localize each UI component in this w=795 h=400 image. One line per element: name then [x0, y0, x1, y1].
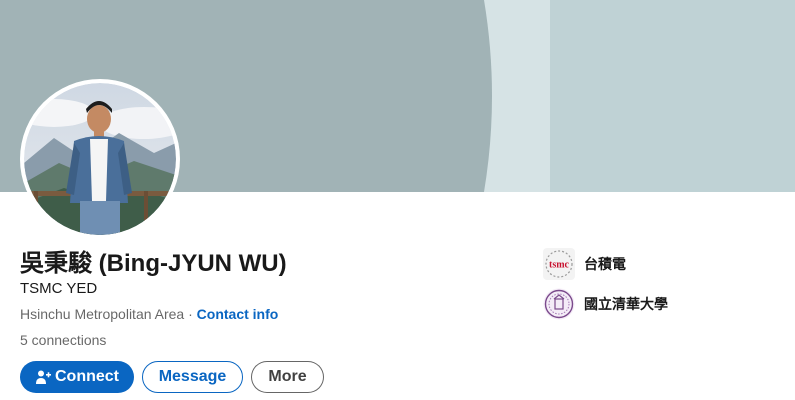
profile-name: 吳秉駿 (Bing-JYUN WU) — [20, 250, 287, 277]
university-seal-icon — [543, 288, 575, 320]
education-school[interactable]: 國立清華大學 — [543, 288, 668, 320]
current-company[interactable]: tsmc 台積電 — [543, 248, 626, 280]
tsmc-logo-text: tsmc — [549, 260, 570, 271]
profile-headline: TSMC YED — [20, 280, 98, 297]
connect-button[interactable]: Connect — [20, 361, 134, 393]
add-person-icon — [35, 369, 51, 385]
location-line: Hsinchu Metropolitan Area · Contact info — [20, 304, 278, 324]
company-name: 台積電 — [584, 256, 626, 272]
contact-info-link[interactable]: Contact info — [197, 306, 279, 322]
tsmc-logo-icon: tsmc — [543, 248, 575, 280]
location-separator: · — [184, 306, 197, 322]
profile-photo — [24, 83, 176, 235]
profile-avatar[interactable] — [20, 79, 180, 239]
more-button[interactable]: More — [251, 361, 324, 393]
profile-location: Hsinchu Metropolitan Area — [20, 306, 185, 322]
connections-count: 5 connections — [20, 332, 107, 348]
school-name: 國立清華大學 — [584, 296, 668, 312]
connect-label: Connect — [55, 368, 119, 385]
message-button[interactable]: Message — [142, 361, 243, 393]
